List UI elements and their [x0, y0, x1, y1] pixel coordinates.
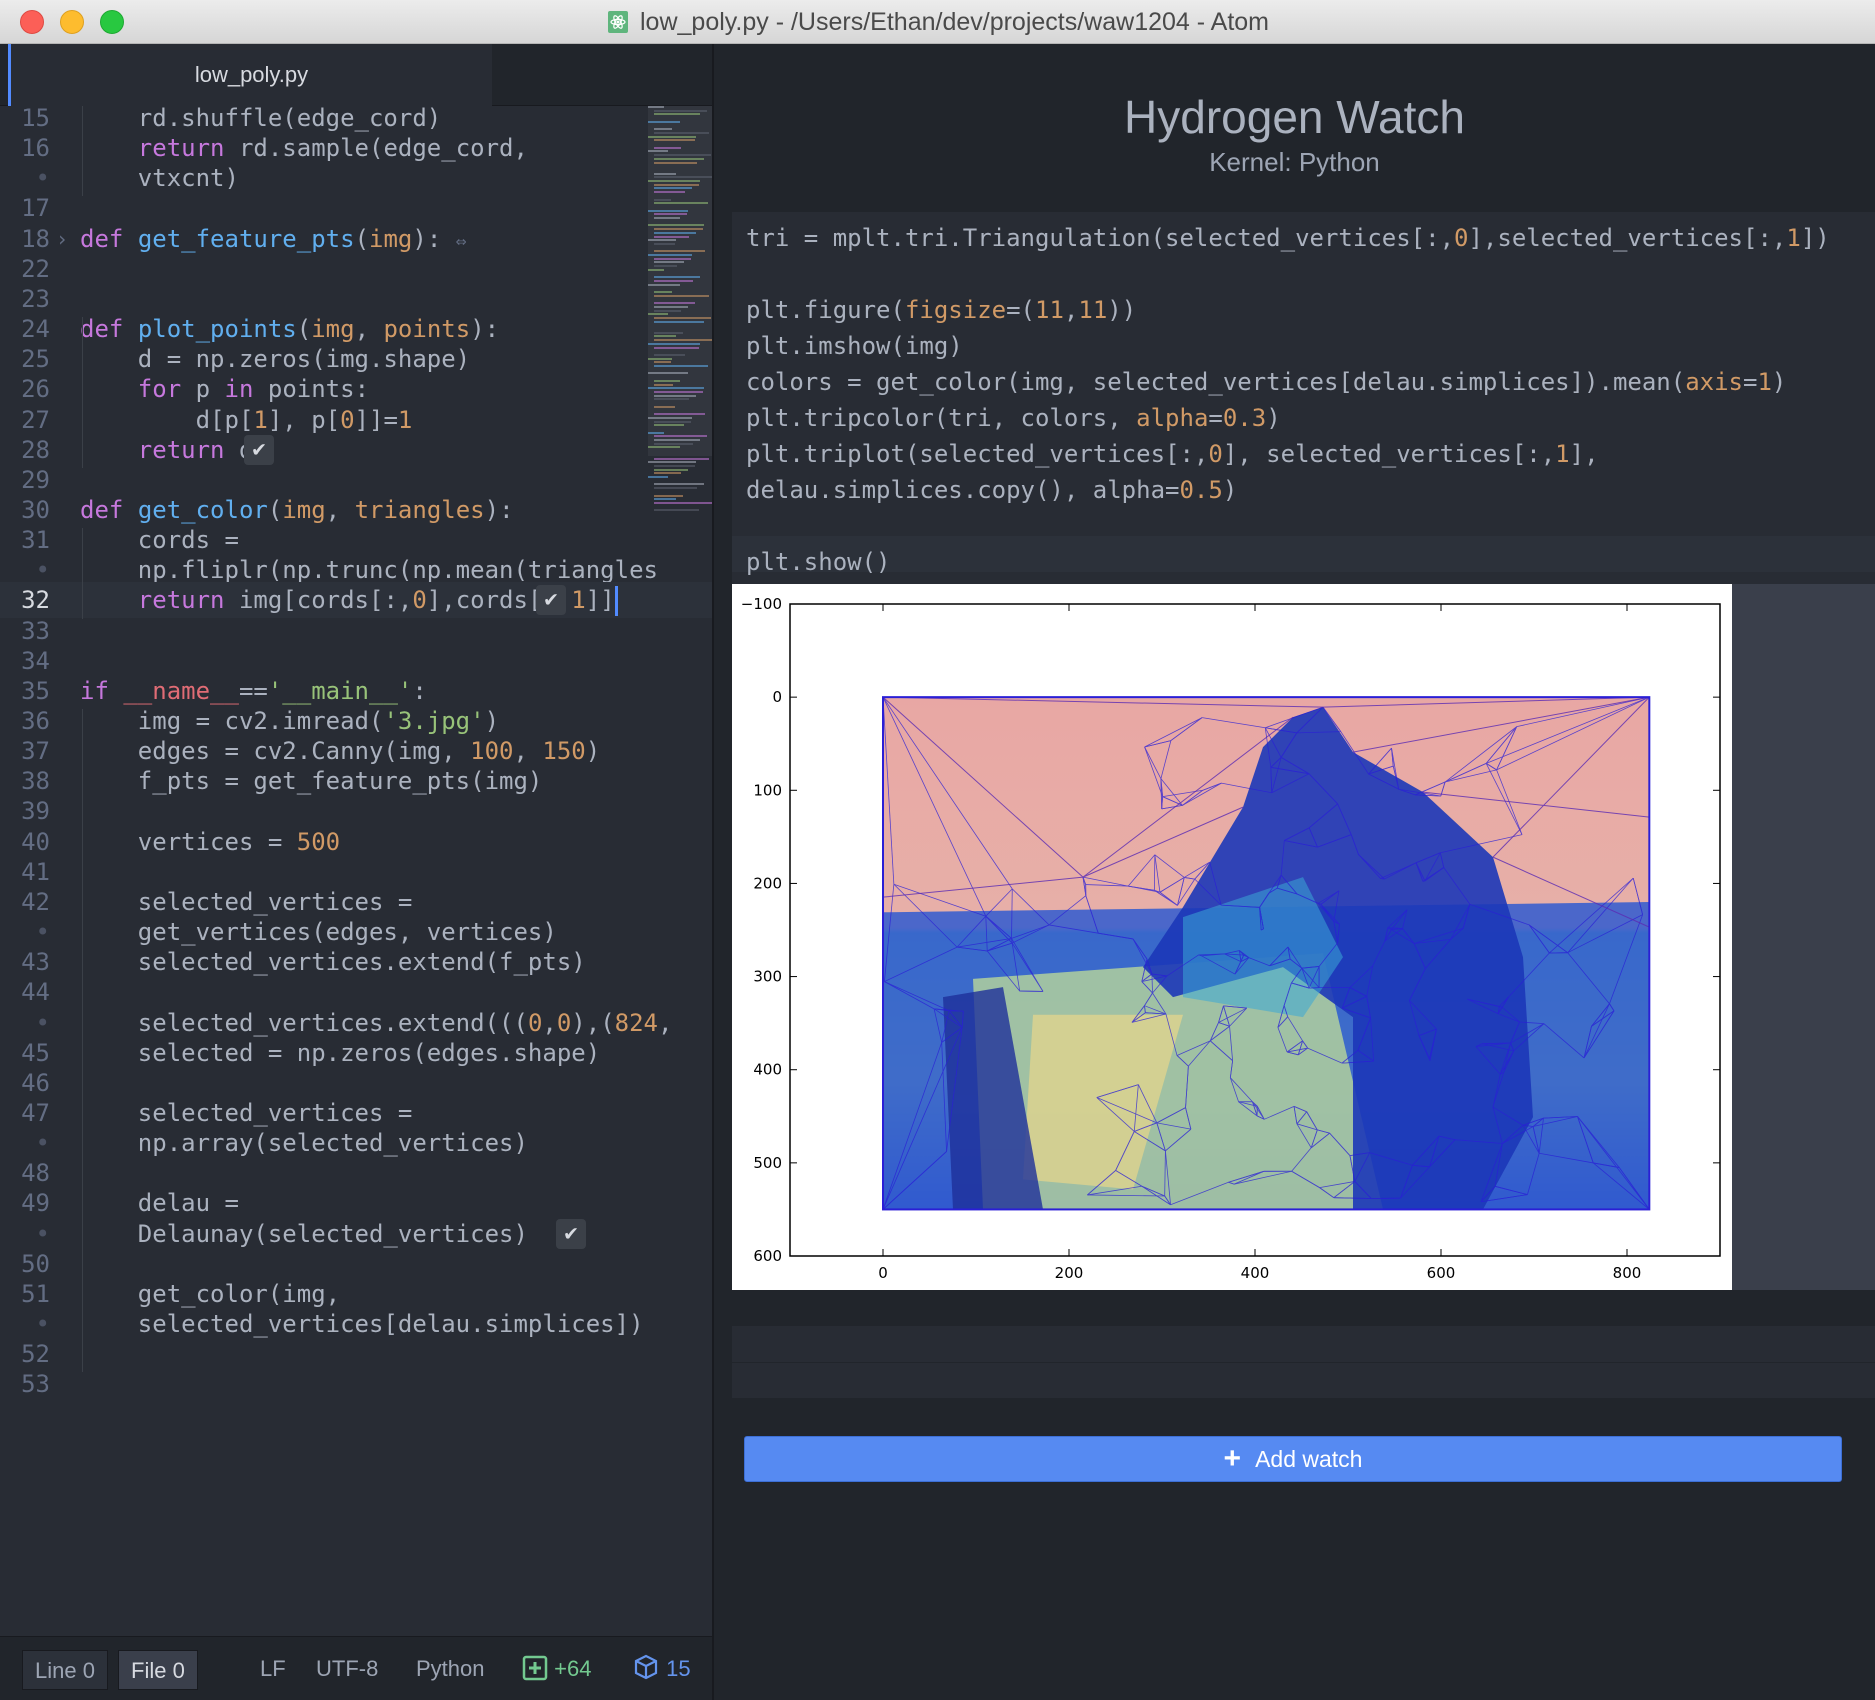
- watch-code-editor[interactable]: tri = mplt.tri.Triangulation(selected_ve…: [732, 212, 1875, 584]
- watch-code-line[interactable]: plt.figure(figsize=(11,11)): [746, 292, 1136, 328]
- file-value: 0: [172, 1658, 185, 1683]
- y-tick-label: 300: [753, 968, 782, 986]
- package-updates[interactable]: 15: [632, 1651, 691, 1687]
- package-count: 15: [666, 1656, 691, 1681]
- file-label: File: [131, 1658, 167, 1683]
- line-number[interactable]: 53: [8, 1366, 50, 1402]
- encoding-selector[interactable]: UTF-8: [316, 1651, 378, 1687]
- git-added-count: +64: [554, 1656, 592, 1681]
- x-tick-label: 600: [1427, 1264, 1456, 1282]
- git-changes[interactable]: +64: [522, 1651, 591, 1687]
- y-tick-label: 0: [772, 688, 782, 706]
- line-value: 0: [82, 1658, 95, 1683]
- window-title: low_poly.py - /Users/Ethan/dev/projects/…: [640, 7, 1269, 36]
- x-tick-label: 800: [1613, 1264, 1642, 1282]
- add-watch-label: Add watch: [1255, 1445, 1363, 1472]
- x-tick-label: 200: [1055, 1264, 1084, 1282]
- watch-code-line[interactable]: plt.show(): [746, 544, 891, 580]
- atom-file-icon: [608, 11, 628, 33]
- y-tick-label: 200: [753, 874, 782, 892]
- line-count-segment[interactable]: Line 0: [22, 1650, 108, 1690]
- hydrogen-watch-pane: Hydrogen Watch Kernel: Python tri = mplt…: [714, 44, 1875, 1700]
- line-label: Line: [35, 1658, 77, 1683]
- package-icon: [634, 1654, 658, 1680]
- x-tick-label: 0: [878, 1264, 888, 1282]
- y-tick-label: 500: [753, 1154, 782, 1172]
- tab-label: low_poly.py: [194, 62, 309, 87]
- window-titlebar: low_poly.py - /Users/Ethan/dev/projects/…: [0, 0, 1875, 44]
- watch-code-line[interactable]: tri = mplt.tri.Triangulation(selected_ve…: [746, 220, 1830, 256]
- watch-output: 0 200 400 600 800 −100 0 100 200 300 400 500 600: [732, 584, 1875, 1290]
- status-bar: Line 0 File 0 LF UTF-8 Python +64 15: [0, 1636, 712, 1700]
- kernel-label: Kernel: Python: [1209, 147, 1380, 177]
- watch-code-line[interactable]: delau.simplices.copy(), alpha=0.5): [746, 472, 1237, 508]
- y-tick-label: 100: [753, 781, 782, 799]
- x-tick-label: 400: [1241, 1264, 1270, 1282]
- plot-svg: 0 200 400 600 800 −100 0 100 200 300 400 500 600: [741, 595, 1721, 1282]
- empty-watch-editor[interactable]: [732, 1326, 1875, 1398]
- grammar-selector[interactable]: Python: [416, 1651, 485, 1687]
- y-tick-label: 400: [753, 1061, 782, 1079]
- check-result-icon[interactable]: ✔: [536, 585, 566, 616]
- file-count-segment[interactable]: File 0: [118, 1650, 198, 1690]
- watch-code-line[interactable]: colors = get_color(img, selected_vertice…: [746, 364, 1786, 400]
- check-result-icon[interactable]: ✔: [556, 1218, 586, 1249]
- plus-icon: +: [1223, 1442, 1242, 1475]
- watch-code-line[interactable]: plt.tripcolor(tri, colors, alpha=0.3): [746, 400, 1281, 436]
- watch-code-line[interactable]: plt.imshow(img): [746, 328, 963, 364]
- check-result-icon[interactable]: ✔: [244, 434, 274, 465]
- line-ending-selector[interactable]: LF: [260, 1651, 286, 1687]
- watch-code-line[interactable]: plt.triplot(selected_vertices[:,0], sele…: [746, 436, 1599, 472]
- code-editor[interactable]: 15 rd.shuffle(edge_cord) 16 return rd.sam…: [0, 106, 712, 1636]
- code-line[interactable]: 53: [0, 1366, 712, 1402]
- add-watch-button[interactable]: + Add watch: [744, 1436, 1842, 1482]
- y-tick-label: −100: [741, 595, 782, 613]
- tab-bar: low_poly.py: [0, 44, 712, 106]
- git-added-icon: [522, 1655, 548, 1681]
- plot-image: 0 200 400 600 800 −100 0 100 200 300 400 500 600: [732, 584, 1732, 1290]
- watch-current-line: [732, 536, 1875, 572]
- minimap[interactable]: [648, 106, 712, 526]
- y-tick-label: 600: [753, 1247, 782, 1265]
- tab-low-poly[interactable]: low_poly.py: [8, 44, 492, 106]
- hydrogen-watch-title: Hydrogen Watch: [1124, 91, 1465, 143]
